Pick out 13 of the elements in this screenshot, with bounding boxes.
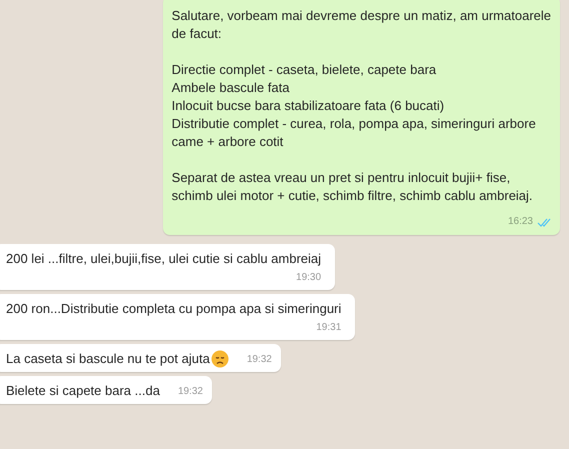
message-time: 19:32 <box>178 386 203 398</box>
sad-face-icon <box>210 350 229 368</box>
message-time: 19:31 <box>316 322 342 334</box>
message-text: Salutare, vorbeam mai devreme despre un matiz, am urmatoarele de facut: <box>172 7 551 43</box>
message-text: 200 ron...Distributie completa cu pompa apa si simeringuri <box>6 300 342 318</box>
message-time: 19:32 <box>246 354 272 366</box>
message-text: Separat de astea vreau un pret si pentru inlocuit bujii+ fise, schimb ulei motor + cutie, schimb filtre, schimb cablu ambreiaj. <box>172 169 534 205</box>
message-text: La caseta si bascule nu te pot ajuta <box>6 350 210 368</box>
message-time: 19:30 <box>296 272 322 284</box>
message-time: 16:23 <box>508 216 533 228</box>
message-text: Directie complet - caseta, bielete, capete bara Ambele bascule fata Inlocuit bucse bara stabilizatoare fata (6 bucati) Distributie complet - curea, rola, pompa apa, simeringuri arbore came + arbore cotit <box>172 61 537 151</box>
message-text: 200 lei ...filtre, ulei,bujii,fise, ulei cutie si cablu ambreiaj <box>6 250 322 268</box>
message-text: Bielete si capete bara ...da <box>6 382 160 400</box>
